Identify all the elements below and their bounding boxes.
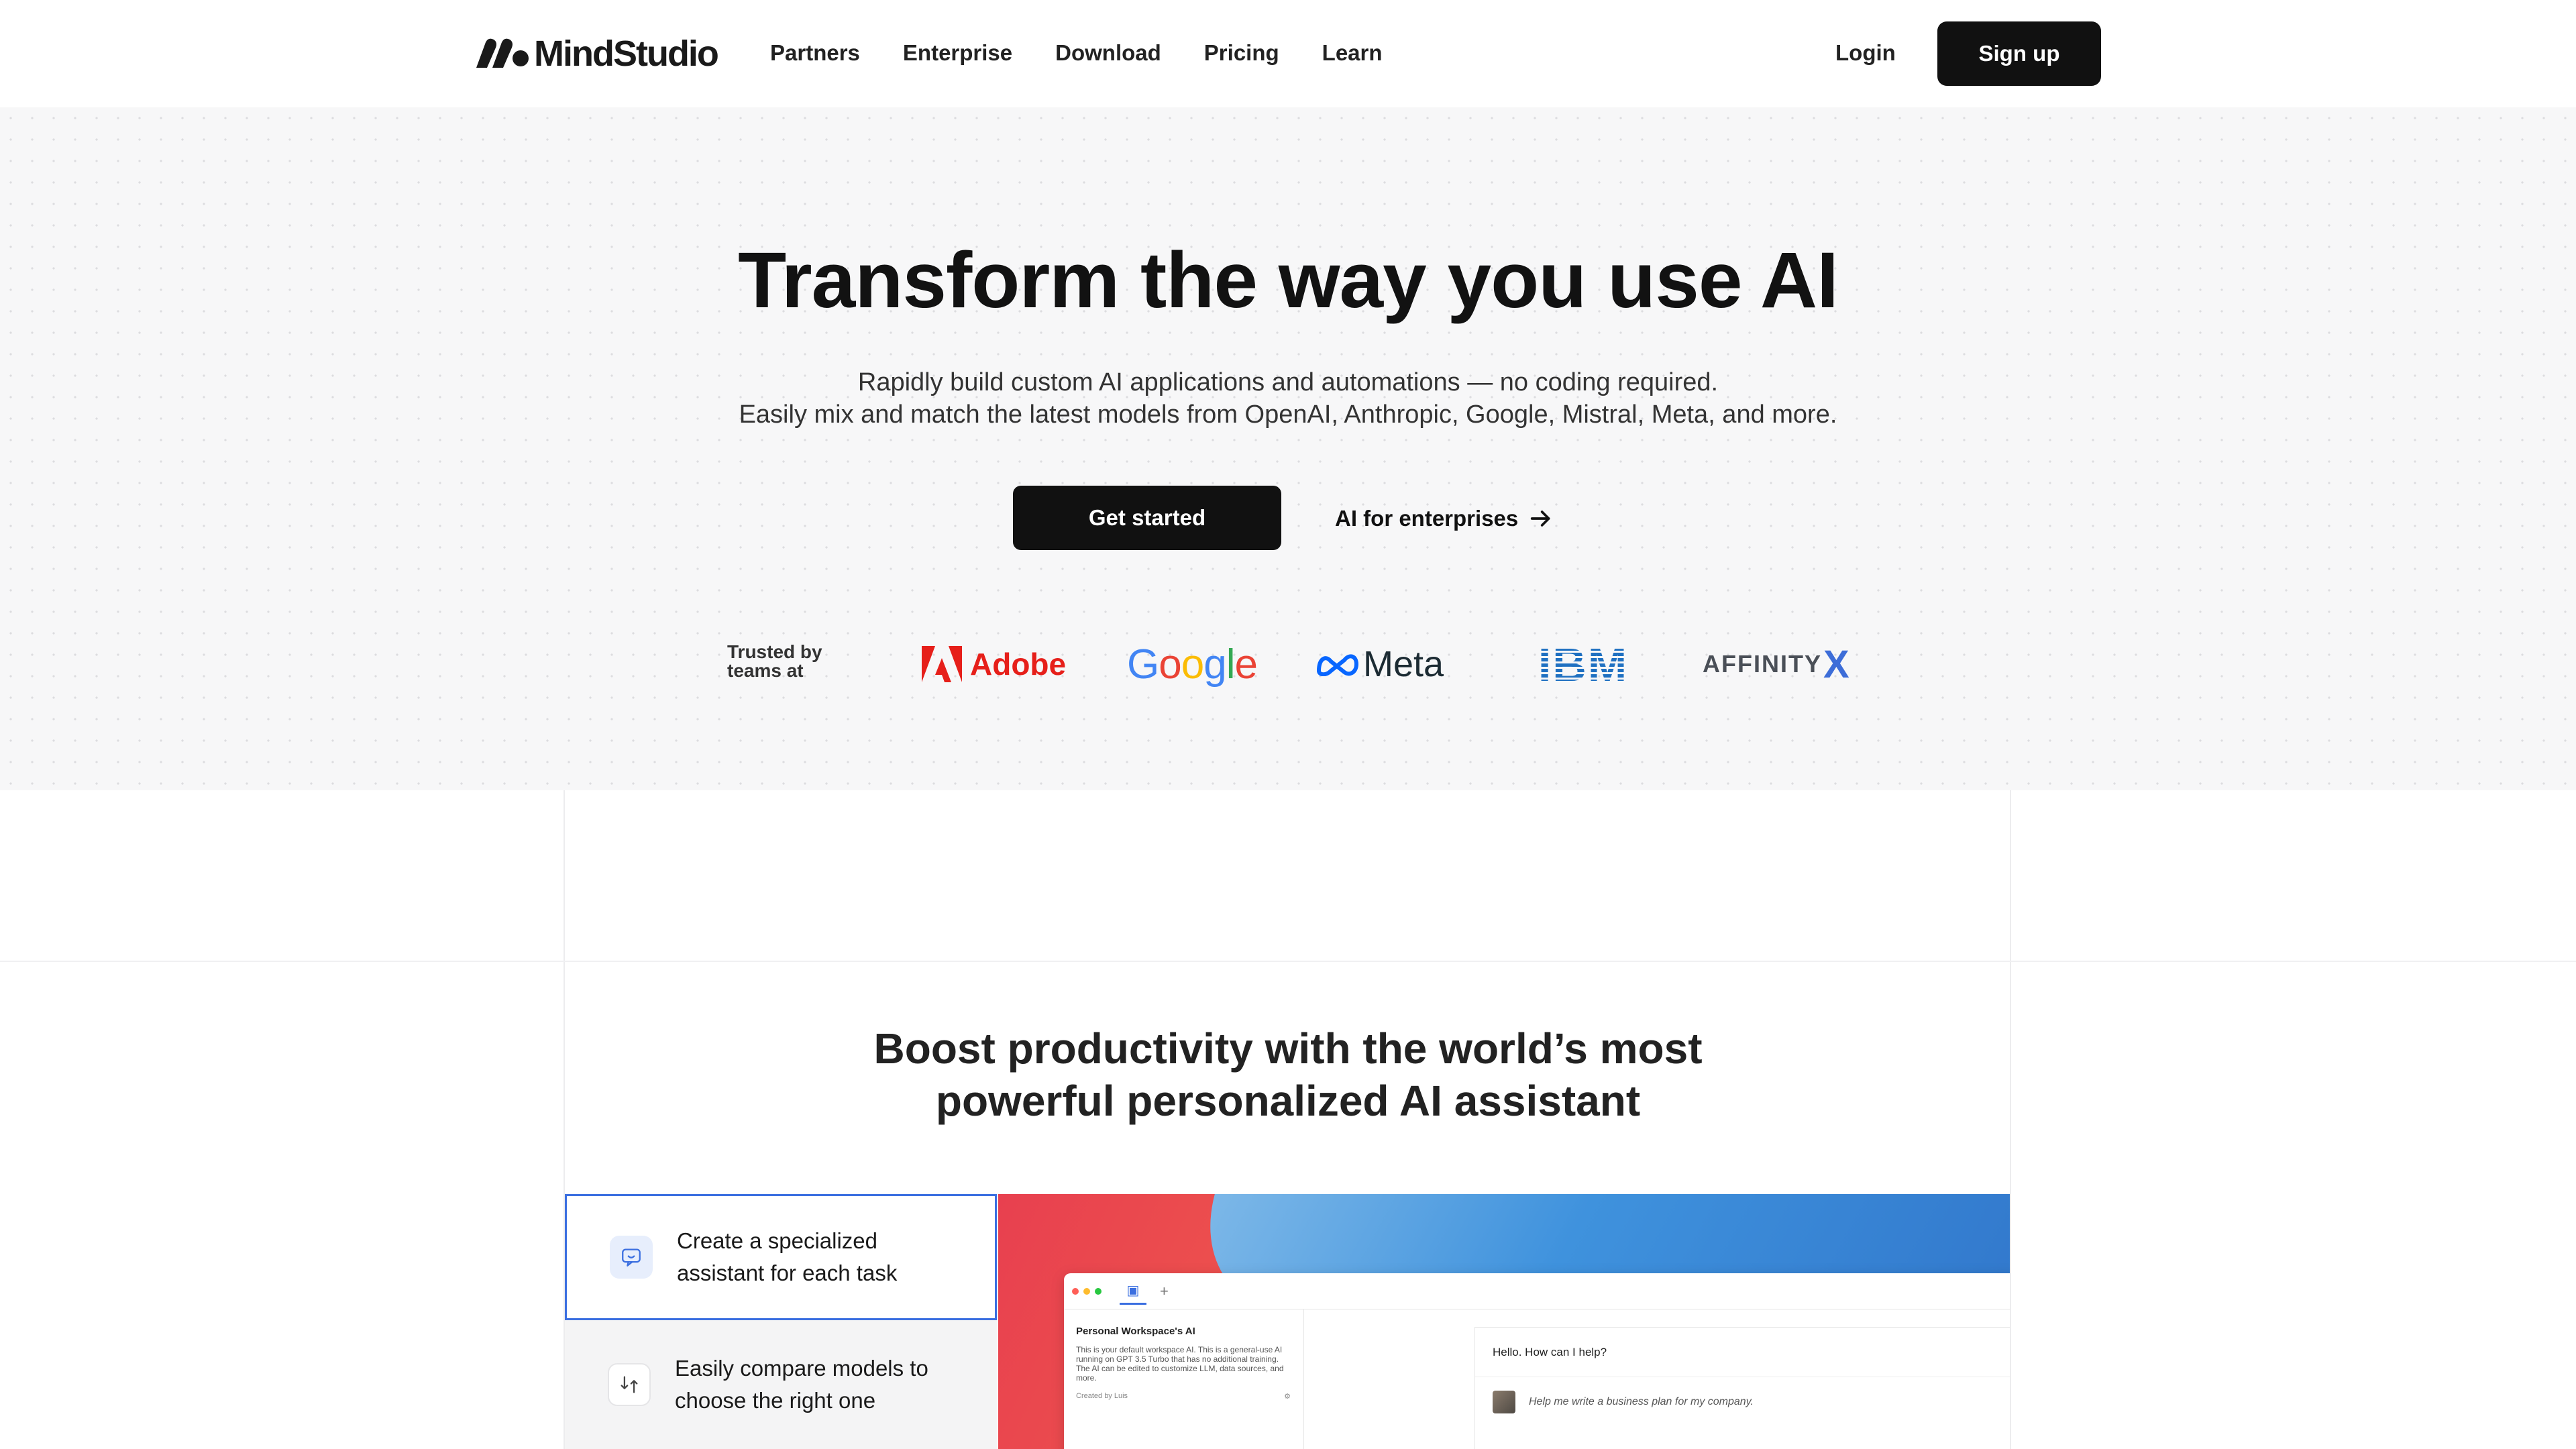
chat-bubble-icon bbox=[610, 1236, 653, 1279]
workspace-ai-description: This is your default workspace AI. This … bbox=[1076, 1345, 1284, 1383]
app-preview-window: ▣ + Personal Workspace's AI This is your… bbox=[1064, 1273, 2010, 1449]
feature-1-line-2: assistant for each task bbox=[677, 1260, 898, 1285]
product-showcase: ▣ + Personal Workspace's AI This is your… bbox=[998, 1194, 2010, 1449]
window-close-dot bbox=[1072, 1287, 1079, 1295]
feature-2-line-1: Easily compare models to bbox=[675, 1356, 928, 1381]
app-window-bar: ▣ + bbox=[1064, 1273, 2010, 1309]
created-by-label: Created by Luis bbox=[1076, 1392, 1128, 1400]
section-title-line-1: Boost productivity with the world’s most bbox=[873, 1024, 1703, 1073]
window-maximize-dot bbox=[1095, 1287, 1102, 1295]
login-link[interactable]: Login bbox=[1835, 38, 1896, 68]
assistant-greeting: Hello. How can I help? bbox=[1475, 1328, 2010, 1377]
hero-subtitle-line-1: Rapidly build custom AI applications and… bbox=[857, 368, 1719, 396]
feature-label: Easily compare models to choose the righ… bbox=[675, 1352, 957, 1417]
section-title-line-2: powerful personalized AI assistant bbox=[935, 1077, 1641, 1125]
google-letter: G bbox=[1127, 641, 1159, 688]
feature-1-line-1: Create a specialized bbox=[677, 1228, 877, 1253]
google-letter: l bbox=[1226, 641, 1236, 688]
nav-links: Partners Enterprise Download Pricing Lea… bbox=[770, 38, 1426, 68]
ibm-logo: IBM bbox=[1529, 637, 1637, 691]
user-message-text: Help me write a business plan for my com… bbox=[1529, 1396, 1754, 1407]
logo-text: MindStudio bbox=[534, 34, 719, 74]
hero-subtitle: Rapidly build custom AI applications and… bbox=[0, 366, 2576, 431]
ibm-icon: IBM bbox=[1529, 642, 1637, 686]
meta-wordmark: Meta bbox=[1363, 644, 1444, 684]
hero-title: Transform the way you use AI bbox=[738, 236, 1839, 325]
new-tab-plus-icon: + bbox=[1160, 1282, 1169, 1299]
trusted-by-label: Trusted by teams at bbox=[727, 643, 822, 680]
frame-divider-horizontal bbox=[0, 961, 2576, 962]
adobe-icon bbox=[922, 646, 962, 682]
nav-link-download[interactable]: Download bbox=[1055, 38, 1161, 68]
hero-subtitle-line-2: Easily mix and match the latest models f… bbox=[739, 400, 1837, 429]
chat-tab-icon: ▣ bbox=[1120, 1278, 1146, 1305]
affinity-x-mark: X bbox=[1823, 642, 1849, 686]
user-message: Help me write a business plan for my com… bbox=[1475, 1377, 2010, 1427]
feature-2-line-2: choose the right one bbox=[675, 1388, 876, 1413]
meta-logo: Meta bbox=[1316, 637, 1444, 691]
adobe-wordmark: Adobe bbox=[970, 647, 1067, 682]
app-sidebar: Personal Workspace's AI This is your def… bbox=[1064, 1309, 1304, 1449]
google-letter: o bbox=[1181, 641, 1204, 688]
get-started-button[interactable]: Get started bbox=[1013, 486, 1281, 550]
hero-section: Transform the way you use AI Rapidly bui… bbox=[0, 107, 2576, 790]
nav-link-pricing[interactable]: Pricing bbox=[1204, 38, 1279, 68]
google-letter: g bbox=[1203, 641, 1226, 688]
chat-area: Hello. How can I help? Help me write a b… bbox=[1474, 1327, 2010, 1449]
ai-for-enterprises-label: AI for enterprises bbox=[1335, 506, 1519, 531]
compare-icon bbox=[608, 1363, 651, 1406]
signup-button[interactable]: Sign up bbox=[1937, 21, 2101, 86]
created-by-row: Created by Luis ⚙ bbox=[1076, 1392, 1291, 1401]
trusted-line-2: teams at bbox=[727, 660, 804, 681]
workspace-ai-title: Personal Workspace's AI bbox=[1076, 1326, 1195, 1337]
nav-link-enterprise[interactable]: Enterprise bbox=[903, 38, 1012, 68]
arrow-right-icon bbox=[1531, 511, 1550, 527]
section-title: Boost productivity with the world’s most… bbox=[0, 1022, 2576, 1127]
adobe-logo: Adobe bbox=[922, 637, 1066, 691]
nav-link-partners[interactable]: Partners bbox=[770, 38, 860, 68]
feature-label: Create a specialized assistant for each … bbox=[677, 1225, 959, 1289]
affinity-wordmark: AFFINITY bbox=[1703, 650, 1822, 678]
google-letter: o bbox=[1159, 641, 1181, 688]
google-wordmark: Google bbox=[1127, 641, 1258, 688]
affinity-logo: AFFINITY X bbox=[1703, 637, 1849, 691]
mindstudio-logo-icon bbox=[476, 38, 529, 68]
google-letter: e bbox=[1234, 641, 1257, 688]
user-avatar bbox=[1493, 1391, 1515, 1413]
trusted-line-1: Trusted by bbox=[727, 641, 822, 662]
feature-tab-specialized-assistant[interactable]: Create a specialized assistant for each … bbox=[565, 1194, 997, 1320]
feature-tab-compare-models[interactable]: Easily compare models to choose the righ… bbox=[565, 1320, 997, 1449]
nav-link-learn[interactable]: Learn bbox=[1322, 38, 1383, 68]
top-navigation: MindStudio Partners Enterprise Download … bbox=[0, 0, 2576, 107]
google-logo: Google bbox=[1127, 637, 1258, 691]
settings-gear-icon: ⚙ bbox=[1284, 1393, 1291, 1401]
ai-for-enterprises-link[interactable]: AI for enterprises bbox=[1335, 503, 1554, 534]
mindstudio-logo[interactable]: MindStudio bbox=[474, 34, 719, 74]
meta-infinity-icon bbox=[1316, 654, 1359, 676]
window-minimize-dot bbox=[1083, 1287, 1090, 1295]
